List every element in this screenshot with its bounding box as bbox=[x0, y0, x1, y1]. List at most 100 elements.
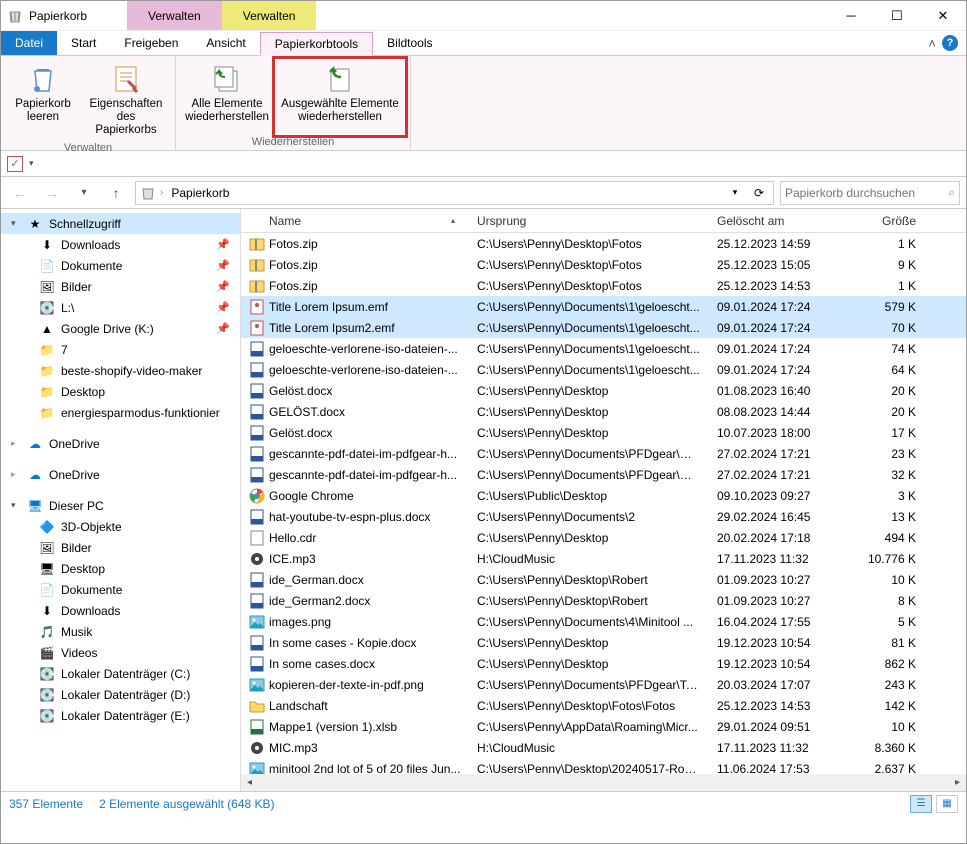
scroll-right-icon[interactable]: ▸ bbox=[949, 777, 966, 788]
table-row[interactable]: Fotos.zipC:\Users\Penny\Desktop\Fotos25.… bbox=[241, 254, 966, 275]
scroll-left-icon[interactable]: ◂ bbox=[241, 777, 258, 788]
table-row[interactable]: In some cases - Kopie.docxC:\Users\Penny… bbox=[241, 632, 966, 653]
table-row[interactable]: ide_German2.docxC:\Users\Penny\Desktop\R… bbox=[241, 590, 966, 611]
table-row[interactable]: Google ChromeC:\Users\Public\Desktop09.1… bbox=[241, 485, 966, 506]
sidebar-item[interactable]: 💽L:\📌 bbox=[1, 297, 240, 318]
sidebar-item[interactable]: ⬇Downloads bbox=[1, 600, 240, 621]
contextual-tab-manage-pink[interactable]: Verwalten bbox=[127, 1, 222, 30]
sidebar-item[interactable]: ▲Google Drive (K:)📌 bbox=[1, 318, 240, 339]
table-row[interactable]: images.pngC:\Users\Penny\Documents\4\Min… bbox=[241, 611, 966, 632]
chevron-right-icon[interactable]: ▸ bbox=[11, 469, 21, 480]
search-input[interactable] bbox=[785, 186, 948, 200]
view-icons-button[interactable]: ▦ bbox=[936, 795, 958, 813]
sidebar-item[interactable]: 📁energiesparmodus-funktionier bbox=[1, 402, 240, 423]
navigation-pane[interactable]: ▾ ★ Schnellzugriff ⬇Downloads📌📄Dokumente… bbox=[1, 209, 241, 791]
pc-icon: 🖥 bbox=[27, 498, 43, 514]
table-row[interactable]: ide_German.docxC:\Users\Penny\Desktop\Ro… bbox=[241, 569, 966, 590]
nav-forward-button[interactable]: → bbox=[39, 181, 65, 205]
table-row[interactable]: Title Lorem Ipsum.emfC:\Users\Penny\Docu… bbox=[241, 296, 966, 317]
sidebar-item[interactable]: 🎵Musik bbox=[1, 621, 240, 642]
sidebar-item[interactable]: 🎬Videos bbox=[1, 642, 240, 663]
collapse-ribbon-icon[interactable]: ˄ bbox=[928, 36, 936, 51]
header-size[interactable]: Größe bbox=[849, 214, 924, 228]
sidebar-item[interactable]: 💽Lokaler Datenträger (D:) bbox=[1, 684, 240, 705]
sidebar-item-quickaccess[interactable]: ▾ ★ Schnellzugriff bbox=[1, 213, 240, 234]
minimize-button[interactable]: ─ bbox=[828, 1, 874, 31]
table-row[interactable]: hat-youtube-tv-espn-plus.docxC:\Users\Pe… bbox=[241, 506, 966, 527]
empty-recycle-bin-button[interactable]: Papierkorb leeren bbox=[7, 60, 79, 140]
sidebar-item-thispc[interactable]: ▾ 🖥 Dieser PC bbox=[1, 495, 240, 516]
view-details-button[interactable]: ☰ bbox=[910, 795, 932, 813]
tab-file[interactable]: Datei bbox=[1, 31, 57, 55]
file-name: minitool 2nd lot of 5 of 20 files Jun... bbox=[269, 762, 469, 775]
tab-start[interactable]: Start bbox=[57, 31, 110, 55]
sidebar-item[interactable]: 🖼Bilder bbox=[1, 537, 240, 558]
sidebar-item[interactable]: 🖥Desktop bbox=[1, 558, 240, 579]
chevron-right-icon[interactable]: ▸ bbox=[11, 438, 21, 449]
sidebar-item[interactable]: 📄Dokumente bbox=[1, 579, 240, 600]
refresh-icon[interactable]: ⟳ bbox=[749, 186, 769, 200]
help-icon[interactable]: ? bbox=[942, 35, 958, 51]
nav-back-button[interactable]: ← bbox=[7, 181, 33, 205]
header-origin[interactable]: Ursprung bbox=[469, 214, 709, 228]
restore-selected-button[interactable]: Ausgewählte Elemente wiederherstellen bbox=[276, 60, 404, 134]
nav-history-dropdown[interactable]: ▾ bbox=[71, 181, 97, 205]
table-row[interactable]: Gelöst.docxC:\Users\Penny\Desktop10.07.2… bbox=[241, 422, 966, 443]
tab-recyclebin-tools[interactable]: Papierkorbtools bbox=[260, 32, 373, 56]
horizontal-scrollbar[interactable]: ◂ ▸ bbox=[241, 774, 966, 791]
sidebar-item[interactable]: ⬇Downloads📌 bbox=[1, 234, 240, 255]
header-name[interactable]: Name▴ bbox=[241, 214, 469, 228]
sidebar-item[interactable]: 💽Lokaler Datenträger (E:) bbox=[1, 705, 240, 726]
table-row[interactable]: minitool 2nd lot of 5 of 20 files Jun...… bbox=[241, 758, 966, 774]
table-row[interactable]: In some cases.docxC:\Users\Penny\Desktop… bbox=[241, 653, 966, 674]
table-row[interactable]: Gelöst.docxC:\Users\Penny\Desktop01.08.2… bbox=[241, 380, 966, 401]
address-bar[interactable]: › Papierkorb ▾ ⟳ bbox=[135, 181, 774, 205]
crumb-location[interactable]: Papierkorb bbox=[167, 186, 233, 200]
tab-image-tools[interactable]: Bildtools bbox=[373, 31, 446, 55]
table-row[interactable]: Title Lorem Ipsum2.emfC:\Users\Penny\Doc… bbox=[241, 317, 966, 338]
sidebar-item[interactable]: 📁Desktop bbox=[1, 381, 240, 402]
table-row[interactable]: LandschaftC:\Users\Penny\Desktop\Fotos\F… bbox=[241, 695, 966, 716]
file-icon bbox=[249, 572, 265, 588]
table-row[interactable]: Fotos.zipC:\Users\Penny\Desktop\Fotos25.… bbox=[241, 233, 966, 254]
recycle-bin-properties-button[interactable]: Eigenschaften des Papierkorbs bbox=[83, 60, 169, 140]
close-button[interactable]: ✕ bbox=[920, 1, 966, 31]
crumb-sep-icon[interactable]: › bbox=[160, 187, 163, 198]
file-rows[interactable]: Fotos.zipC:\Users\Penny\Desktop\Fotos25.… bbox=[241, 233, 966, 774]
sidebar-item-onedrive[interactable]: ▸ ☁ OneDrive bbox=[1, 433, 240, 454]
header-deleted[interactable]: Gelöscht am bbox=[709, 214, 849, 228]
table-row[interactable]: gescannte-pdf-datei-im-pdfgear-h...C:\Us… bbox=[241, 464, 966, 485]
table-row[interactable]: GELÖST.docxC:\Users\Penny\Desktop08.08.2… bbox=[241, 401, 966, 422]
table-row[interactable]: kopieren-der-texte-in-pdf.pngC:\Users\Pe… bbox=[241, 674, 966, 695]
table-row[interactable]: ICE.mp3H:\CloudMusic17.11.2023 11:3210.7… bbox=[241, 548, 966, 569]
file-size: 74 K bbox=[849, 342, 924, 356]
search-icon[interactable]: ⌕ bbox=[948, 185, 955, 200]
table-row[interactable]: geloeschte-verlorene-iso-dateien-...C:\U… bbox=[241, 359, 966, 380]
search-box[interactable]: ⌕ bbox=[780, 181, 960, 205]
nav-up-button[interactable]: ↑ bbox=[103, 181, 129, 205]
tab-view[interactable]: Ansicht bbox=[192, 31, 259, 55]
sidebar-item[interactable]: 🔷3D-Objekte bbox=[1, 516, 240, 537]
sidebar-item[interactable]: 📄Dokumente📌 bbox=[1, 255, 240, 276]
selection-checkbox-icon[interactable]: ✓ bbox=[7, 156, 23, 172]
table-row[interactable]: MIC.mp3H:\CloudMusic17.11.2023 11:328.36… bbox=[241, 737, 966, 758]
chevron-down-icon[interactable]: ▾ bbox=[11, 500, 21, 511]
table-row[interactable]: geloeschte-verlorene-iso-dateien-...C:\U… bbox=[241, 338, 966, 359]
qat-dropdown-icon[interactable]: ▾ bbox=[29, 158, 34, 169]
sidebar-item[interactable]: 💽Lokaler Datenträger (C:) bbox=[1, 663, 240, 684]
table-row[interactable]: gescannte-pdf-datei-im-pdfgear-h...C:\Us… bbox=[241, 443, 966, 464]
sidebar-item[interactable]: 📁7 bbox=[1, 339, 240, 360]
contextual-tab-manage-yellow[interactable]: Verwalten bbox=[222, 1, 317, 30]
restore-all-button[interactable]: Alle Elemente wiederherstellen bbox=[182, 60, 272, 134]
sidebar-item[interactable]: 🖼Bilder📌 bbox=[1, 276, 240, 297]
sidebar-item-onedrive[interactable]: ▸ ☁ OneDrive bbox=[1, 464, 240, 485]
file-icon bbox=[249, 551, 265, 567]
chevron-down-icon[interactable]: ▾ bbox=[11, 218, 21, 229]
tab-share[interactable]: Freigeben bbox=[110, 31, 192, 55]
table-row[interactable]: Hello.cdrC:\Users\Penny\Desktop20.02.202… bbox=[241, 527, 966, 548]
address-dropdown-icon[interactable]: ▾ bbox=[725, 187, 745, 198]
sidebar-item[interactable]: 📁beste-shopify-video-maker bbox=[1, 360, 240, 381]
maximize-button[interactable]: ☐ bbox=[874, 1, 920, 31]
table-row[interactable]: Mappe1 (version 1).xlsbC:\Users\Penny\Ap… bbox=[241, 716, 966, 737]
table-row[interactable]: Fotos.zipC:\Users\Penny\Desktop\Fotos25.… bbox=[241, 275, 966, 296]
